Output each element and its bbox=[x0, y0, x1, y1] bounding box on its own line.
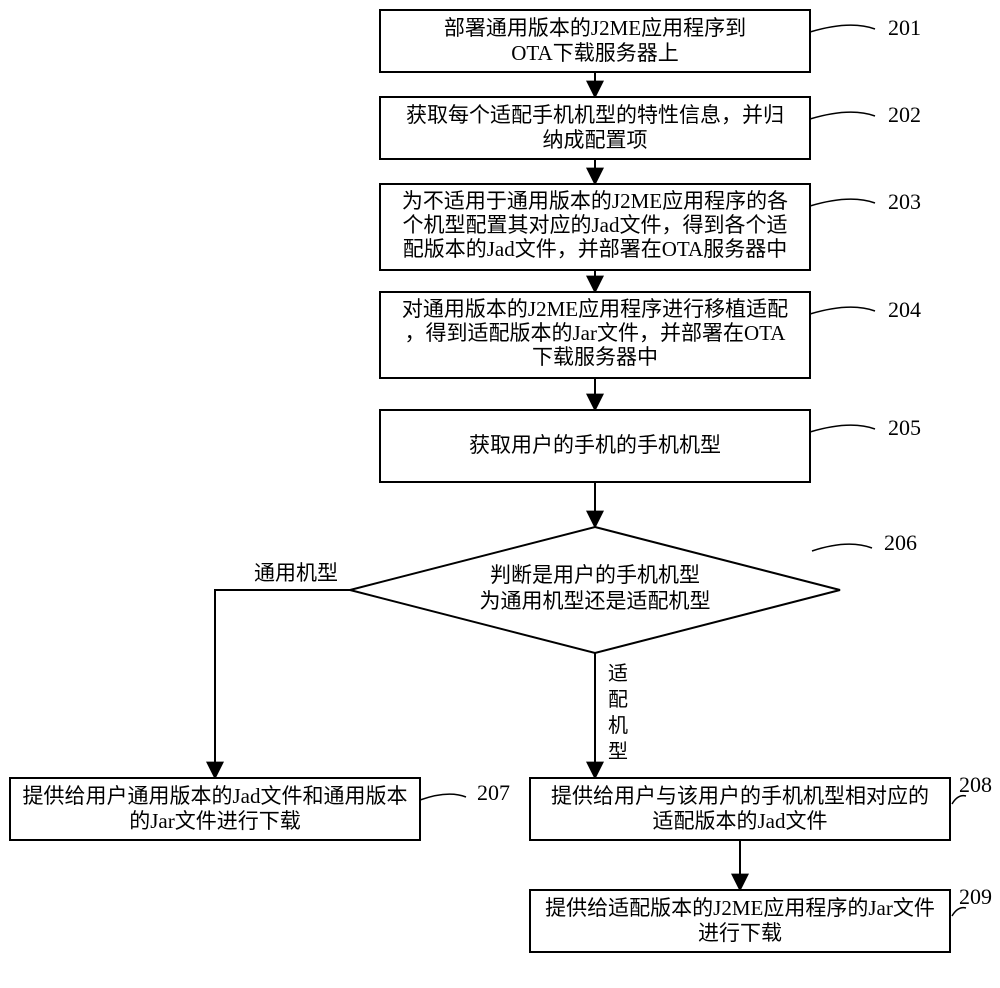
node-205-num: 205 bbox=[888, 415, 921, 440]
node-201-num: 201 bbox=[888, 15, 921, 40]
node-208: 提供给用户与该用户的手机机型相对应的 适配版本的Jad文件 208 bbox=[530, 772, 992, 840]
node-205: 获取用户的手机的手机机型 205 bbox=[380, 410, 921, 482]
node-206-line1: 判断是用户的手机机型 bbox=[490, 563, 700, 587]
edge-206-207: 通用机型 bbox=[215, 561, 350, 776]
edge-206-208: 适 配 机 型 bbox=[595, 653, 628, 776]
node-206-line2: 为通用机型还是适配机型 bbox=[480, 589, 711, 613]
node-209-line1: 提供给适配版本的J2ME应用程序的Jar文件 bbox=[545, 896, 935, 920]
node-202-line1: 获取每个适配手机机型的特性信息，并归 bbox=[406, 103, 784, 127]
node-203-line3: 配版本的Jad文件，并部署在OTA服务器中 bbox=[403, 237, 787, 261]
node-209: 提供给适配版本的J2ME应用程序的Jar文件 进行下载 209 bbox=[530, 884, 992, 952]
node-207: 提供给用户通用版本的Jad文件和通用版本 的Jar文件进行下载 207 bbox=[10, 778, 510, 840]
node-209-num: 209 bbox=[959, 884, 992, 909]
node-201: 部署通用版本的J2ME应用程序到 OTA下载服务器上 201 bbox=[380, 10, 921, 72]
node-209-line2: 进行下载 bbox=[698, 921, 782, 945]
node-203: 为不适用于通用版本的J2ME应用程序的各 个机型配置其对应的Jad文件，得到各个… bbox=[380, 184, 921, 270]
node-201-line1: 部署通用版本的J2ME应用程序到 bbox=[444, 16, 746, 40]
node-202: 获取每个适配手机机型的特性信息，并归 纳成配置项 202 bbox=[380, 97, 921, 159]
node-207-line1: 提供给用户通用版本的Jad文件和通用版本 bbox=[23, 784, 408, 808]
node-202-line2: 纳成配置项 bbox=[543, 128, 648, 152]
node-206-num: 206 bbox=[884, 530, 917, 555]
node-208-line1: 提供给用户与该用户的手机机型相对应的 bbox=[551, 784, 929, 808]
node-202-num: 202 bbox=[888, 102, 921, 127]
node-203-line1: 为不适用于通用版本的J2ME应用程序的各 bbox=[402, 189, 788, 213]
edge-label-adapt-1: 配 bbox=[608, 689, 628, 711]
edge-label-generic: 通用机型 bbox=[254, 561, 338, 585]
node-204-line3: 下载服务器中 bbox=[532, 345, 658, 369]
node-201-line2: OTA下载服务器上 bbox=[511, 41, 678, 65]
node-208-num: 208 bbox=[959, 772, 992, 797]
node-207-line2: 的Jar文件进行下载 bbox=[129, 809, 301, 833]
edge-label-adapt-0: 适 bbox=[608, 662, 628, 685]
node-207-num: 207 bbox=[477, 780, 510, 805]
node-205-line1: 获取用户的手机的手机机型 bbox=[469, 433, 721, 457]
edge-label-adapt-2: 机 bbox=[608, 714, 628, 737]
node-204-line2: ，得到适配版本的Jar文件，并部署在OTA bbox=[405, 321, 787, 345]
node-203-line2: 个机型配置其对应的Jad文件，得到各个适 bbox=[403, 213, 788, 237]
node-203-num: 203 bbox=[888, 189, 921, 214]
node-208-line2: 适配版本的Jad文件 bbox=[653, 809, 828, 833]
edge-label-adapt-3: 型 bbox=[608, 740, 628, 763]
node-204-line1: 对通用版本的J2ME应用程序进行移植适配 bbox=[402, 297, 788, 321]
flowchart-svg: 部署通用版本的J2ME应用程序到 OTA下载服务器上 201 获取每个适配手机机… bbox=[0, 0, 1000, 988]
node-204: 对通用版本的J2ME应用程序进行移植适配 ，得到适配版本的Jar文件，并部署在O… bbox=[380, 292, 921, 378]
node-204-num: 204 bbox=[888, 297, 921, 322]
node-206: 判断是用户的手机机型 为通用机型还是适配机型 206 bbox=[350, 527, 917, 653]
